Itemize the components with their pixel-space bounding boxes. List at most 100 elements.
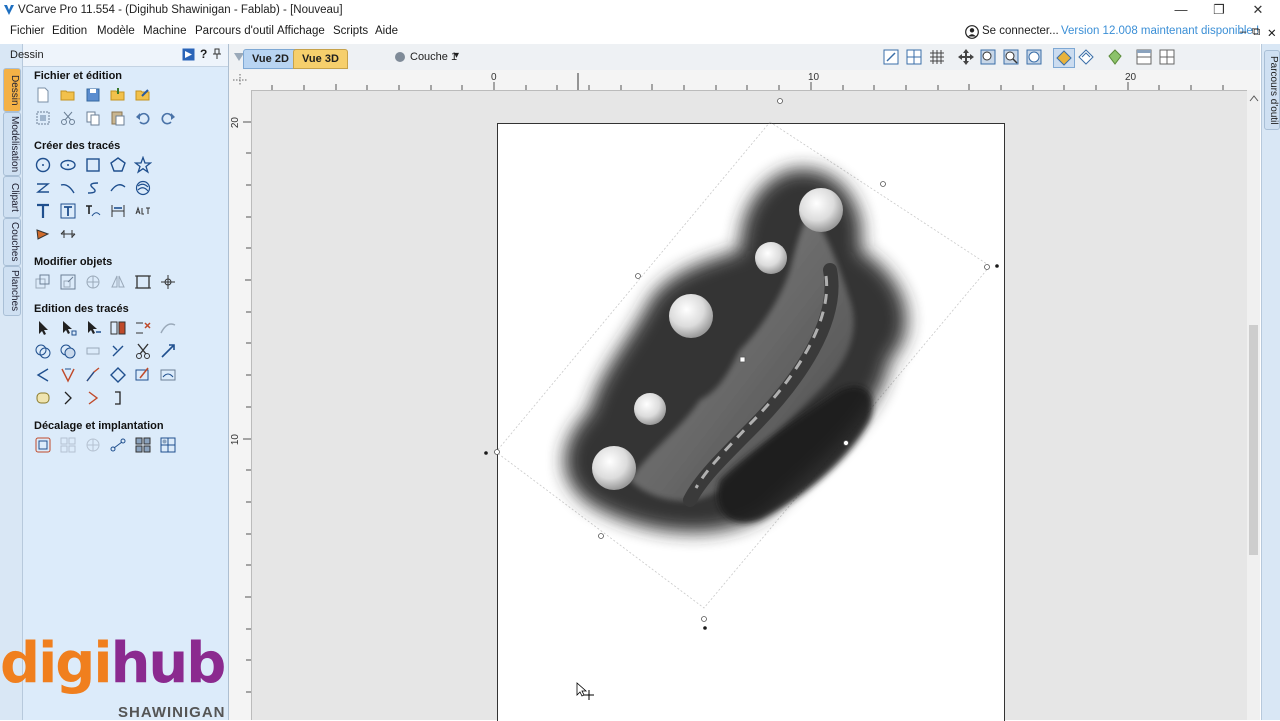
curve-tool-icon[interactable] — [58, 178, 78, 198]
menu-aide[interactable]: Aide — [375, 25, 398, 37]
menu-fichier[interactable]: Fichier — [10, 25, 45, 37]
tab-clipart[interactable]: Clipart — [3, 176, 21, 218]
block-copy-icon[interactable] — [133, 435, 153, 455]
smooth-curve-icon[interactable] — [158, 318, 178, 338]
restore-button[interactable]: ❐ — [1199, 0, 1239, 22]
zoom-in-icon[interactable] — [978, 48, 998, 66]
array-tool-icon[interactable] — [58, 224, 78, 244]
zoom-extents-icon[interactable] — [881, 48, 901, 66]
polyline-tool-icon[interactable] — [33, 178, 53, 198]
pin-icon[interactable] — [212, 48, 222, 60]
view-toolpaths-icon[interactable] — [1076, 48, 1096, 66]
user-icon[interactable] — [965, 25, 979, 39]
copy-icon[interactable] — [83, 108, 103, 128]
mdi-minimize-button[interactable]: – — [1240, 26, 1246, 38]
arc-tool-icon[interactable] — [108, 178, 128, 198]
mdi-restore-button[interactable]: ⧉ — [1252, 26, 1260, 39]
circle-tool-icon[interactable] — [33, 155, 53, 175]
open-folder-icon[interactable] — [58, 85, 78, 105]
copy-along-path-icon[interactable] — [108, 435, 128, 455]
vertical-scroll-thumb[interactable] — [1249, 325, 1258, 555]
layer-selector[interactable]: Couche 1 — [410, 51, 457, 63]
new-file-icon[interactable] — [33, 85, 53, 105]
fillet-icon[interactable] — [33, 365, 53, 385]
menu-parcours-outil[interactable]: Parcours d'outil — [195, 25, 274, 37]
node-edit-alt-icon[interactable] — [83, 318, 103, 338]
version-notice-link[interactable]: Version 12.008 maintenant disponible ! — [1061, 25, 1259, 37]
layer-dropdown-icon[interactable]: ▾ — [454, 50, 459, 61]
close-vectors-icon[interactable] — [158, 341, 178, 361]
zoom-box-icon[interactable] — [1001, 48, 1021, 66]
move-object-icon[interactable] — [33, 272, 53, 292]
text-arc-tool-icon[interactable] — [133, 201, 153, 221]
text-on-curve-icon[interactable] — [83, 201, 103, 221]
subtract-icon[interactable] — [58, 341, 78, 361]
extend-icon[interactable] — [83, 365, 103, 385]
fit-curves-icon[interactable] — [158, 365, 178, 385]
text-tool-icon[interactable] — [33, 201, 53, 221]
tab-vue-3d[interactable]: Vue 3D — [293, 49, 348, 69]
pan-icon[interactable] — [956, 48, 976, 66]
offset-icon[interactable] — [33, 435, 53, 455]
trim-icon[interactable] — [133, 318, 153, 338]
nesting-icon[interactable] — [58, 435, 78, 455]
select-all-icon[interactable] — [33, 108, 53, 128]
tab-modelisation[interactable]: Modélisation — [3, 112, 21, 176]
weld-icon[interactable] — [33, 341, 53, 361]
menu-modele[interactable]: Modèle — [97, 25, 135, 37]
fill-tool-icon[interactable] — [33, 224, 53, 244]
join-icon[interactable] — [108, 341, 128, 361]
export-folder-icon[interactable] — [133, 85, 153, 105]
measure-icon[interactable] — [133, 365, 153, 385]
login-link[interactable]: Se connecter... — [982, 25, 1059, 37]
menu-scripts[interactable]: Scripts — [333, 25, 368, 37]
menu-edition[interactable]: Edition — [52, 25, 87, 37]
undo-icon[interactable] — [133, 108, 153, 128]
text-frame-tool-icon[interactable] — [58, 201, 78, 221]
help-icon[interactable]: ? — [200, 47, 207, 61]
dimension-tool-icon[interactable] — [108, 201, 128, 221]
minimize-button[interactable]: — — [1161, 0, 1201, 22]
crown-bitmap[interactable] — [480, 90, 1020, 650]
view-shaded-icon[interactable] — [1105, 48, 1125, 66]
menu-machine[interactable]: Machine — [143, 25, 186, 37]
tab-planches[interactable]: Planches — [3, 266, 21, 316]
interactive-trim-icon[interactable] — [108, 318, 128, 338]
transform-icon[interactable] — [158, 272, 178, 292]
bezier-tool-icon[interactable] — [83, 178, 103, 198]
star-tool-icon[interactable] — [133, 155, 153, 175]
snap-grid-icon[interactable] — [904, 48, 924, 66]
intersect-icon[interactable] — [83, 341, 103, 361]
chamfer-icon[interactable] — [58, 365, 78, 385]
mirror-object-icon[interactable] — [108, 272, 128, 292]
rotate-object-icon[interactable] — [83, 272, 103, 292]
tab-parcours-outil[interactable]: Parcours d'outil — [1264, 50, 1280, 130]
scissors-icon[interactable] — [133, 341, 153, 361]
scroll-up-icon[interactable] — [1249, 94, 1259, 102]
zoom-material-icon[interactable] — [1024, 48, 1044, 66]
polygon-tool-icon[interactable] — [108, 155, 128, 175]
menu-affichage[interactable]: Affichage — [277, 25, 325, 37]
bracket-alt-icon[interactable] — [108, 388, 128, 408]
tab-couches[interactable]: Couches — [3, 218, 21, 266]
tab-dessin[interactable]: Dessin — [3, 68, 21, 112]
redo-icon[interactable] — [158, 108, 178, 128]
rectangle-tool-icon[interactable] — [83, 155, 103, 175]
view-vectors-icon[interactable] — [1053, 48, 1075, 68]
paste-icon[interactable] — [108, 108, 128, 128]
tab-vue-2d[interactable]: Vue 2D — [243, 49, 298, 69]
select-arrow-icon[interactable] — [33, 318, 53, 338]
bracket-right-red-icon[interactable] — [83, 388, 103, 408]
import-folder-icon[interactable] — [108, 85, 128, 105]
save-icon[interactable] — [83, 85, 103, 105]
layout-panels-icon[interactable] — [1157, 48, 1177, 66]
panel-layout-icon[interactable] — [182, 48, 195, 61]
layout-split-icon[interactable] — [1134, 48, 1154, 66]
cut-icon[interactable] — [58, 108, 78, 128]
grid-icon[interactable] — [927, 48, 947, 66]
spiral-tool-icon[interactable] — [133, 178, 153, 198]
close-button[interactable]: ✕ — [1238, 0, 1278, 22]
tiling-icon[interactable] — [158, 435, 178, 455]
bracket-right-icon[interactable] — [58, 388, 78, 408]
array-copy-icon[interactable] — [83, 435, 103, 455]
